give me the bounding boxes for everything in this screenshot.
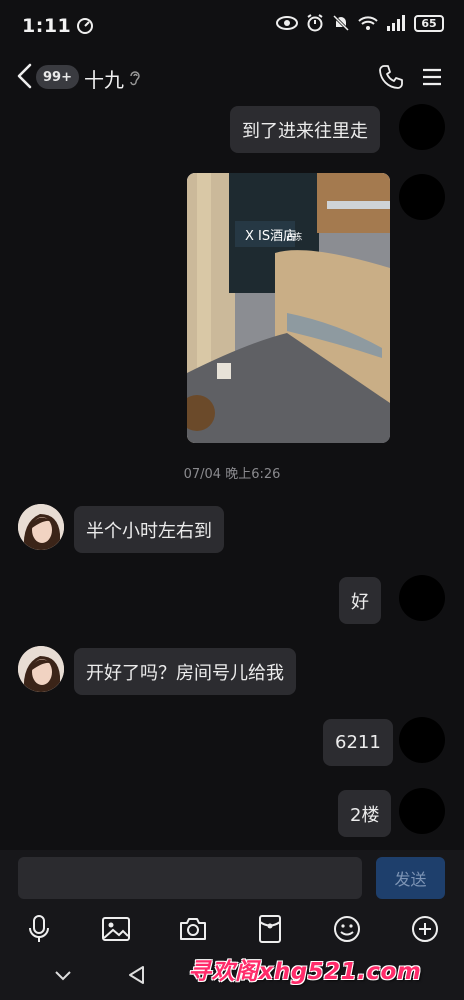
earpiece-mode-icon <box>130 71 140 86</box>
menu-icon[interactable] <box>421 66 443 88</box>
speed-icon <box>77 18 94 34</box>
message-bubble[interactable]: 半个小时左右到 <box>74 506 224 553</box>
peer-avatar[interactable] <box>18 504 64 550</box>
self-avatar[interactable] <box>399 104 445 150</box>
red-packet-icon[interactable] <box>253 912 287 946</box>
back-arrow-icon[interactable] <box>14 62 36 90</box>
send-button[interactable]: 发送 <box>376 857 445 899</box>
chat-title[interactable]: 十九 <box>84 64 124 93</box>
plus-icon[interactable] <box>408 912 442 946</box>
image-icon[interactable] <box>99 912 133 946</box>
status-bar: 1:11 65 <box>0 0 464 52</box>
message-timestamp: 07/04 晚上6:26 <box>183 467 281 482</box>
back-triangle-icon[interactable] <box>124 962 150 988</box>
battery-indicator: 65 <box>414 14 444 32</box>
camera-icon[interactable] <box>176 912 210 946</box>
chevron-down-icon[interactable] <box>50 962 76 988</box>
message-input[interactable] <box>18 857 362 899</box>
watermark: 寻欢阁xhg521.com <box>188 959 422 985</box>
mute-bell-icon <box>332 14 350 32</box>
wifi-icon <box>358 16 378 30</box>
message-bubble[interactable]: 到了进来往里走 <box>230 106 380 153</box>
message-bubble[interactable]: 2楼 <box>338 790 392 837</box>
message-image[interactable]: X IS酒店 B栋 <box>187 173 390 443</box>
unread-count-badge[interactable]: 99+ <box>36 65 79 89</box>
chat-header: 99+ 十九 <box>0 52 464 102</box>
message-bubble[interactable]: 开好了吗？房间号儿给我 <box>74 648 296 695</box>
self-avatar[interactable] <box>399 575 445 621</box>
hotel-sign-sub: B栋 <box>287 231 302 243</box>
peer-avatar[interactable] <box>18 646 64 692</box>
phone-call-icon[interactable] <box>378 64 404 90</box>
self-avatar[interactable] <box>399 717 445 763</box>
message-bubble[interactable]: 6211 <box>323 719 393 766</box>
message-bubble[interactable]: 好 <box>339 577 381 624</box>
self-avatar[interactable] <box>399 174 445 220</box>
emoji-icon[interactable] <box>330 912 364 946</box>
mic-icon[interactable] <box>22 912 56 946</box>
eye-icon <box>276 16 298 30</box>
input-toolbar <box>0 906 464 952</box>
status-icons: 65 <box>276 14 444 32</box>
signal-icon <box>387 15 405 31</box>
self-avatar[interactable] <box>399 788 445 834</box>
status-time: 1:11 <box>22 15 72 37</box>
alarm-icon <box>307 14 323 32</box>
